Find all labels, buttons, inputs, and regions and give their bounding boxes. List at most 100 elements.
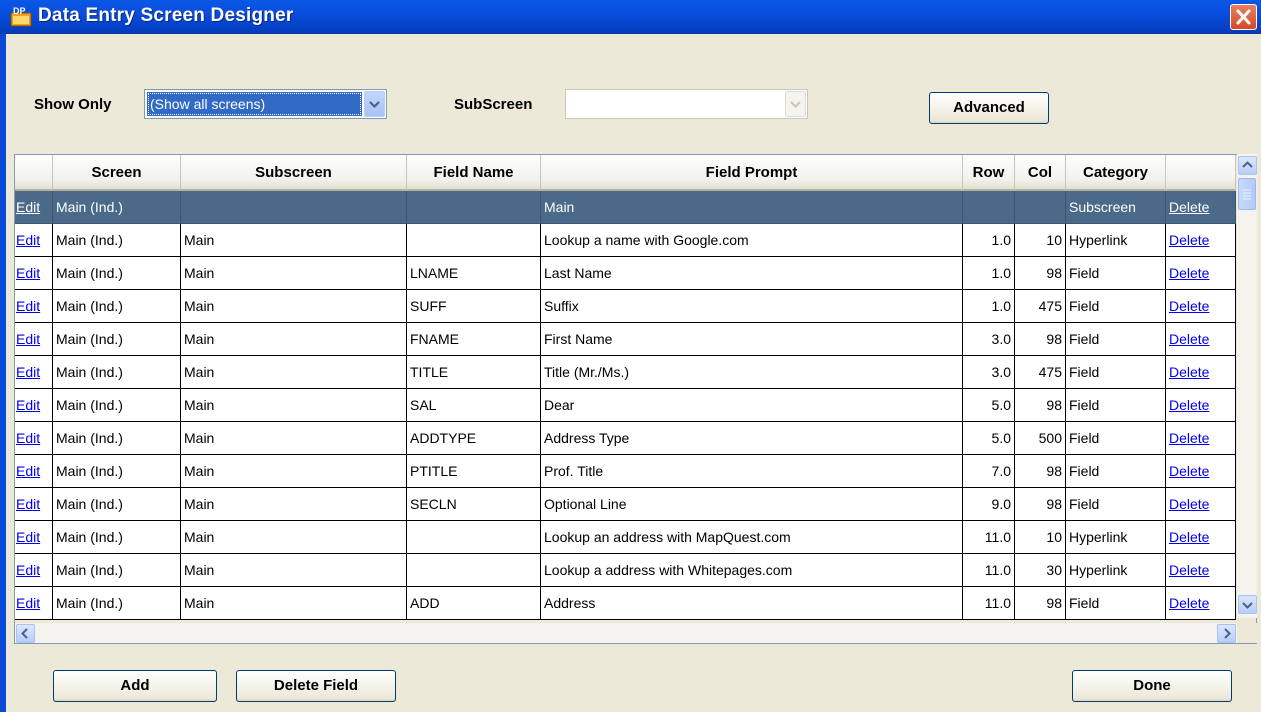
category-cell: Hyperlink: [1066, 521, 1166, 554]
subscreen-dropdown[interactable]: [565, 89, 808, 119]
screen-cell: Main (Ind.): [53, 191, 181, 224]
column-header-field-name[interactable]: Field Name: [407, 155, 541, 191]
column-header-edit[interactable]: [15, 155, 53, 191]
screen-cell: Main (Ind.): [53, 422, 181, 455]
scroll-thumb[interactable]: [1238, 178, 1256, 210]
fields-grid[interactable]: Screen Subscreen Field Name Field Prompt…: [14, 154, 1257, 644]
edit-link[interactable]: Edit: [15, 554, 53, 587]
close-icon: [1236, 9, 1251, 25]
edit-link[interactable]: Edit: [15, 224, 53, 257]
col-cell: 475: [1015, 290, 1066, 323]
delete-link[interactable]: Delete: [1166, 455, 1236, 488]
arrow-up-icon: [1242, 161, 1253, 168]
edit-link[interactable]: Edit: [15, 422, 53, 455]
table-row[interactable]: Edit Main (Ind.) Main ADDTYPE Address Type 5.…: [15, 422, 1236, 455]
delete-link[interactable]: Delete: [1166, 554, 1236, 587]
scrollbar-corner: [1237, 623, 1257, 643]
app-icon: DP: [10, 7, 32, 27]
table-row[interactable]: Edit Main (Ind.) Main PTITLE Prof. Title 7.0 9…: [15, 455, 1236, 488]
table-row[interactable]: Edit Main (Ind.) Main LNAME Last Name 1.0 98 Fi…: [15, 257, 1236, 290]
edit-link[interactable]: Edit: [15, 587, 53, 620]
column-header-row[interactable]: Row: [963, 155, 1015, 191]
show-only-label: Show Only: [34, 96, 112, 113]
delete-link[interactable]: Delete: [1166, 521, 1236, 554]
column-header-col[interactable]: Col: [1015, 155, 1066, 191]
edit-link[interactable]: Edit: [15, 455, 53, 488]
field-prompt-cell: Optional Line: [541, 488, 963, 521]
subscreen-dropdown-button[interactable]: [785, 91, 806, 117]
delete-link[interactable]: Delete: [1166, 323, 1236, 356]
add-button[interactable]: Add: [53, 670, 217, 702]
edit-link[interactable]: Edit: [15, 488, 53, 521]
edit-link[interactable]: Edit: [15, 389, 53, 422]
row-cell: 3.0: [963, 323, 1015, 356]
delete-link[interactable]: Delete: [1166, 356, 1236, 389]
screen-cell: Main (Ind.): [53, 389, 181, 422]
table-row[interactable]: Edit Main (Ind.) Main Lookup a address with…: [15, 554, 1236, 587]
table-row[interactable]: Edit Main (Ind.) Main FNAME First Name 3.0 98 F…: [15, 323, 1236, 356]
done-button[interactable]: Done: [1072, 670, 1232, 702]
delete-link[interactable]: Delete: [1166, 488, 1236, 521]
chevron-down-icon: [369, 101, 380, 109]
table-row[interactable]: Edit Main (Ind.) Main TITLE Title (Mr./Ms.) 3…: [15, 356, 1236, 389]
delete-link[interactable]: Delete: [1166, 191, 1236, 224]
close-button[interactable]: [1230, 4, 1257, 30]
table-row[interactable]: Edit Main (Ind.) Main Subscreen Delete: [15, 191, 1236, 224]
column-header-field-prompt[interactable]: Field Prompt: [541, 155, 963, 191]
delete-link[interactable]: Delete: [1166, 257, 1236, 290]
delete-link[interactable]: Delete: [1166, 224, 1236, 257]
edit-link[interactable]: Edit: [15, 521, 53, 554]
advanced-button[interactable]: Advanced: [929, 92, 1049, 124]
show-only-dropdown-button[interactable]: [364, 91, 385, 117]
col-cell: 475: [1015, 356, 1066, 389]
delete-link[interactable]: Delete: [1166, 422, 1236, 455]
edit-link[interactable]: Edit: [15, 257, 53, 290]
vertical-scrollbar[interactable]: [1237, 154, 1257, 618]
delete-field-button[interactable]: Delete Field: [236, 670, 396, 702]
row-cell: 1.0: [963, 290, 1015, 323]
window-frame-left: [0, 34, 6, 712]
field-prompt-cell: Lookup a name with Google.com: [541, 224, 963, 257]
screen-cell: Main (Ind.): [53, 455, 181, 488]
edit-link[interactable]: Edit: [15, 290, 53, 323]
edit-link[interactable]: Edit: [15, 191, 53, 224]
table-row[interactable]: Edit Main (Ind.) Main SECLN Optional Line 9.0…: [15, 488, 1236, 521]
horizontal-scrollbar[interactable]: [15, 623, 1237, 643]
scroll-right-button[interactable]: [1217, 624, 1236, 643]
field-name-cell: SAL: [407, 389, 541, 422]
table-row[interactable]: Edit Main (Ind.) Main ADD Address 11.0 98 Field…: [15, 587, 1236, 620]
table-row[interactable]: Edit Main (Ind.) Main Lookup a name with Go…: [15, 224, 1236, 257]
column-header-delete[interactable]: [1166, 155, 1236, 191]
table-row[interactable]: Edit Main (Ind.) Main SUFF Suffix 1.0 475 Field…: [15, 290, 1236, 323]
delete-link[interactable]: Delete: [1166, 389, 1236, 422]
column-header-screen[interactable]: Screen: [53, 155, 181, 191]
show-only-dropdown[interactable]: (Show all screens): [144, 89, 387, 119]
screen-cell: Main (Ind.): [53, 554, 181, 587]
delete-link[interactable]: Delete: [1166, 587, 1236, 620]
subscreen-cell: Main: [181, 587, 407, 620]
category-cell: Field: [1066, 356, 1166, 389]
edit-link[interactable]: Edit: [15, 356, 53, 389]
grid-body: Edit Main (Ind.) Main Subscreen Delete Edit Ma…: [15, 191, 1236, 620]
row-cell: 9.0: [963, 488, 1015, 521]
scroll-left-button[interactable]: [16, 624, 35, 643]
delete-link[interactable]: Delete: [1166, 290, 1236, 323]
category-cell: Field: [1066, 455, 1166, 488]
table-row[interactable]: Edit Main (Ind.) Main SAL Dear 5.0 98 Field Dele…: [15, 389, 1236, 422]
category-cell: Field: [1066, 257, 1166, 290]
scroll-down-button[interactable]: [1238, 595, 1257, 614]
column-header-category[interactable]: Category: [1066, 155, 1166, 191]
category-cell: Hyperlink: [1066, 554, 1166, 587]
row-cell: 11.0: [963, 554, 1015, 587]
row-cell: 1.0: [963, 257, 1015, 290]
table-row[interactable]: Edit Main (Ind.) Main Lookup an address wit…: [15, 521, 1236, 554]
row-cell: 3.0: [963, 356, 1015, 389]
column-header-subscreen[interactable]: Subscreen: [181, 155, 407, 191]
scroll-up-button[interactable]: [1238, 156, 1257, 175]
screen-cell: Main (Ind.): [53, 323, 181, 356]
arrow-down-icon: [1242, 602, 1253, 609]
row-cell: 11.0: [963, 587, 1015, 620]
edit-link[interactable]: Edit: [15, 323, 53, 356]
grip-icon: [1243, 189, 1251, 200]
title-bar[interactable]: DP Data Entry Screen Designer: [0, 0, 1261, 34]
